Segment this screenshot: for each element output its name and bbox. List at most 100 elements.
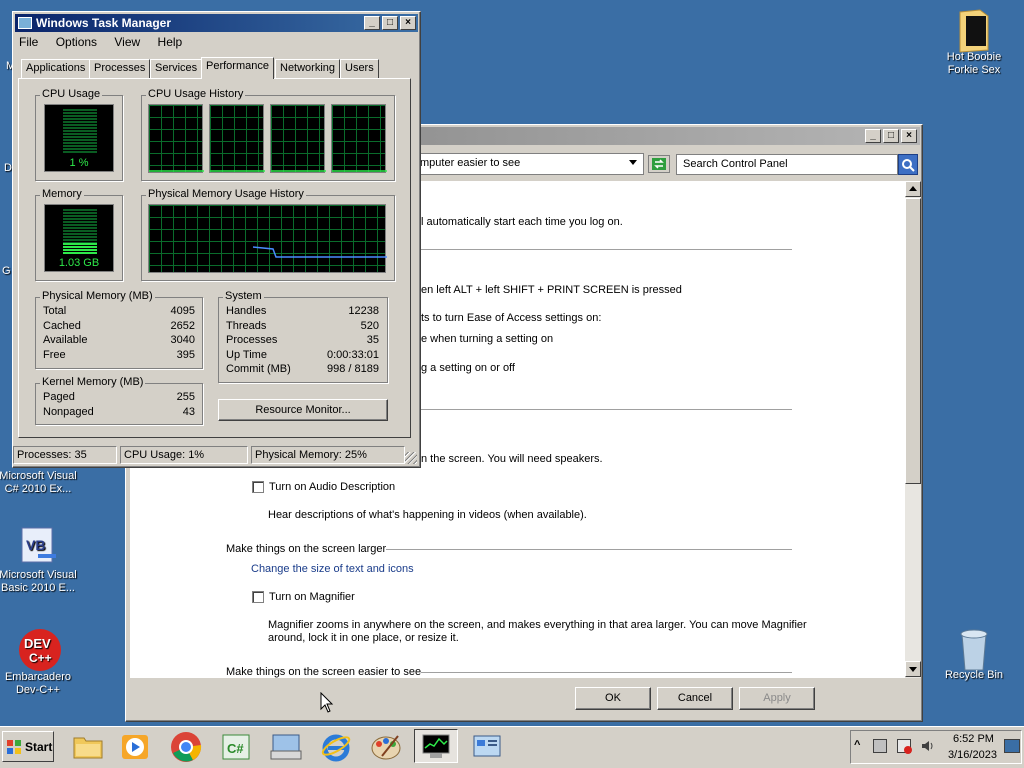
menu-help[interactable]: Help [158, 35, 183, 49]
desktop-icon-dev-cpp[interactable]: DEV C++ Embarcadero Dev-C++ [0, 628, 78, 697]
desktop-icon-visual-basic[interactable]: VB Microsoft Visual Basic 2010 E... [0, 526, 78, 595]
action-center-icon[interactable] [897, 739, 912, 754]
tab-services[interactable]: Services [150, 59, 203, 78]
chevron-down-icon[interactable] [629, 160, 637, 165]
taskbar-media-player-button[interactable] [113, 730, 157, 764]
stat-name: Available [43, 334, 88, 346]
cpu-history-graph-2 [209, 104, 265, 173]
task-manager-titlebar[interactable]: Windows Task Manager _ □ × [15, 14, 418, 32]
ok-button[interactable]: OK [575, 687, 651, 710]
taskbar-internet-explorer-button[interactable] [314, 730, 358, 764]
magnifier-checkbox[interactable] [252, 591, 264, 603]
taskbar-chrome-button[interactable] [164, 730, 208, 764]
magnifier-label[interactable]: Turn on Magnifier [269, 591, 355, 603]
stat-row: Cached 2652 [43, 320, 195, 332]
stat-row: Nonpaged 43 [43, 406, 195, 418]
taskbar-paint-button[interactable] [364, 730, 408, 764]
menu-file[interactable]: File [19, 35, 38, 49]
auto-start-text: l automatically start each time you log … [421, 216, 623, 228]
start-label: Start [25, 739, 53, 754]
minimize-button[interactable]: _ [865, 129, 881, 143]
recycle-bin-icon [954, 626, 994, 671]
memory-meter-bars [63, 209, 97, 243]
taskbar-task-manager-button[interactable] [414, 729, 458, 763]
show-desktop-button[interactable] [1004, 739, 1020, 753]
search-button[interactable] [898, 154, 918, 175]
menu-view[interactable]: View [114, 35, 140, 49]
show-hidden-icons-button[interactable]: ^ [854, 739, 864, 751]
desktop-icon-label: Microsoft Visual C# 2010 Ex... [0, 470, 77, 495]
speakers-text: n the screen. You will need speakers. [421, 453, 603, 465]
stat-value: 395 [176, 349, 195, 361]
resource-monitor-button[interactable]: Resource Monitor... [218, 399, 388, 421]
tab-processes[interactable]: Processes [89, 59, 151, 78]
visual-basic-icon: VB [18, 526, 58, 566]
stat-name: Paged [43, 391, 75, 403]
audio-description-label[interactable]: Turn on Audio Description [269, 481, 395, 493]
memory-meter: 1.03 GB [44, 204, 114, 272]
audio-description-checkbox[interactable] [252, 481, 264, 493]
desktop-icon-recycle-bin[interactable]: Recycle Bin [934, 626, 1014, 682]
system-label: System [223, 290, 264, 302]
desktop-icon-visual-csharp[interactable]: Microsoft Visual C# 2010 Ex... [0, 470, 78, 496]
taskbar-visual-csharp-button[interactable]: C# [214, 730, 258, 764]
audio-description-hint: Hear descriptions of what's happening in… [268, 509, 587, 521]
when-turning-text: e when turning a setting on [421, 333, 554, 345]
tab-users[interactable]: Users [340, 59, 379, 78]
apply-button[interactable]: Apply [739, 687, 815, 710]
tab-networking[interactable]: Networking [275, 59, 341, 78]
network-icon[interactable] [873, 739, 887, 753]
volume-icon[interactable] [920, 739, 936, 756]
status-physical-memory: Physical Memory: 25% [251, 446, 405, 464]
stat-row: Threads 520 [226, 320, 379, 332]
stat-name: Free [43, 349, 66, 361]
refresh-button[interactable] [648, 155, 670, 173]
larger-section-heading: Make things on the screen larger [226, 543, 387, 555]
menu-options[interactable]: Options [56, 35, 97, 49]
chrome-icon [171, 732, 202, 762]
maximize-button[interactable]: □ [883, 129, 899, 143]
cancel-button[interactable]: Cancel [657, 687, 733, 710]
stat-name: Total [43, 305, 67, 317]
stat-name: Cached [43, 320, 81, 332]
stat-value: 520 [360, 320, 379, 332]
tab-performance[interactable]: Performance [201, 57, 274, 79]
maximize-button[interactable]: □ [382, 16, 398, 30]
taskbar-keyboard-button[interactable] [264, 730, 308, 764]
svg-text:C#: C# [227, 741, 244, 756]
visual-csharp-icon: C# [222, 734, 250, 760]
minimize-button[interactable]: _ [364, 16, 380, 30]
status-processes: Processes: 35 [13, 446, 117, 464]
task-manager-icon [422, 734, 450, 758]
stat-value: 35 [366, 334, 379, 346]
close-button[interactable]: × [901, 129, 917, 143]
section-divider [421, 249, 792, 250]
kernel-memory-group: Kernel Memory (MB) [35, 376, 203, 425]
desktop-icon-label: Embarcadero Dev-C++ [4, 671, 72, 696]
clock-time[interactable]: 6:52 PM [953, 733, 994, 745]
desktop-edge-label: G [2, 265, 11, 277]
stat-name: Up Time [226, 349, 267, 361]
svg-text:DEV: DEV [24, 636, 51, 651]
scroll-thumb[interactable] [905, 198, 921, 484]
scroll-up-button[interactable] [905, 181, 921, 197]
start-button[interactable]: Start [2, 731, 54, 762]
resize-grip[interactable] [405, 452, 417, 464]
media-player-icon [122, 735, 148, 759]
window-title: Windows Task Manager [36, 16, 172, 30]
cpu-meter: 1 % [44, 104, 114, 172]
stat-value: 4095 [170, 305, 195, 317]
cpu-usage-label: CPU Usage [40, 88, 103, 100]
scroll-down-button[interactable] [905, 661, 921, 677]
stat-name: Threads [226, 320, 267, 332]
close-button[interactable]: × [400, 16, 416, 30]
desktop-icon-label: Recycle Bin [944, 669, 1004, 681]
text-size-link[interactable]: Change the size of text and icons [251, 563, 414, 575]
section-divider [421, 409, 792, 410]
clock-date[interactable]: 3/16/2023 [948, 749, 997, 761]
desktop-icon-folder[interactable]: Hot Boobie Forkie Sex [934, 8, 1014, 77]
taskbar-control-panel-button[interactable] [465, 730, 509, 764]
taskbar-explorer-button[interactable] [66, 730, 110, 764]
tab-applications[interactable]: Applications [21, 59, 91, 78]
stat-row: Available 3040 [43, 334, 195, 346]
